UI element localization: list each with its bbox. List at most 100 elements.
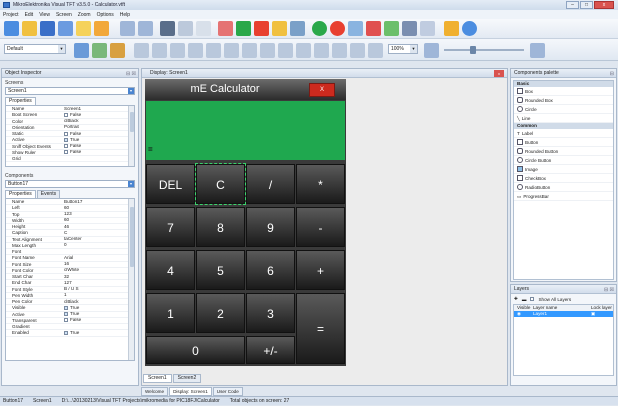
align-center-icon[interactable] <box>206 43 221 58</box>
close-icon[interactable]: x <box>494 70 504 77</box>
calc-key[interactable]: / <box>246 164 295 204</box>
component-select[interactable]: Button17 ▾ <box>5 180 135 188</box>
scheme-select[interactable]: Default ▼ <box>4 44 66 54</box>
property-value[interactable]: 1 <box>62 293 134 298</box>
add-layer-icon[interactable]: ✚ <box>514 296 518 302</box>
pin-icon[interactable]: ⊟ ☒ <box>126 70 136 79</box>
align-middle-icon[interactable] <box>224 43 239 58</box>
tab-events[interactable]: Events <box>36 190 61 198</box>
property-value[interactable]: 123 <box>62 212 134 217</box>
tab-screen2[interactable]: Screen2 <box>172 374 202 383</box>
tab-screen1[interactable]: Screen1 <box>143 374 172 383</box>
export-icon[interactable] <box>366 21 381 36</box>
property-value[interactable]: Arial <box>62 255 134 260</box>
calc-key[interactable]: 6 <box>246 250 295 290</box>
show-all-layers-checkbox[interactable] <box>530 297 535 301</box>
cut-icon[interactable] <box>160 21 175 36</box>
property-value[interactable]: 60 <box>62 218 134 223</box>
calc-key[interactable]: 8 <box>196 207 245 247</box>
property-value[interactable]: False <box>62 112 134 117</box>
options-icon[interactable] <box>420 21 435 36</box>
calc-key[interactable]: 5 <box>196 250 245 290</box>
new-project-icon[interactable] <box>4 21 19 36</box>
close-project-icon[interactable] <box>76 21 91 36</box>
align-right-icon[interactable] <box>152 43 167 58</box>
calculator-display[interactable]: = <box>146 101 345 160</box>
zoom-out-icon[interactable] <box>424 43 439 58</box>
generate-code-icon[interactable] <box>272 21 287 36</box>
compile-icon[interactable] <box>290 21 305 36</box>
tab-user-code[interactable]: User Code <box>212 387 243 396</box>
screen-select[interactable]: Screen1 ▾ <box>5 87 135 95</box>
calc-key[interactable]: - <box>296 207 345 247</box>
scrollbar[interactable] <box>128 199 134 360</box>
property-value[interactable]: False <box>62 150 134 155</box>
stop-icon[interactable] <box>254 21 269 36</box>
redo-icon[interactable] <box>138 21 153 36</box>
zoom-slider[interactable] <box>444 49 524 51</box>
play-icon[interactable] <box>236 21 251 36</box>
calc-key[interactable]: +/- <box>246 336 295 364</box>
bring-front-icon[interactable] <box>314 43 329 58</box>
property-value[interactable] <box>62 324 134 329</box>
calc-key[interactable]: 4 <box>146 250 195 290</box>
property-value[interactable] <box>62 249 134 254</box>
paint-icon[interactable] <box>110 43 125 58</box>
zoom-select[interactable]: 100% ▼ <box>388 44 418 54</box>
align-bottom-icon[interactable] <box>188 43 203 58</box>
property-value[interactable]: taCenter <box>62 237 134 242</box>
menu-zoom[interactable]: Zoom <box>78 12 91 18</box>
paste-icon[interactable] <box>196 21 211 36</box>
calc-key[interactable]: 0 <box>146 336 245 364</box>
property-value[interactable]: Portrait <box>62 125 134 130</box>
calc-key[interactable]: 9 <box>246 207 295 247</box>
lock-icon[interactable]: ▣ <box>591 311 595 317</box>
pin-icon[interactable]: ⊟ ☒ <box>604 286 614 295</box>
tab-properties[interactable]: Properties <box>5 190 36 198</box>
calc-key[interactable]: = <box>296 293 345 364</box>
property-value[interactable]: 0 <box>62 243 134 248</box>
print-icon[interactable] <box>402 21 417 36</box>
picture-icon[interactable] <box>384 21 399 36</box>
property-value[interactable]: 127 <box>62 280 134 285</box>
brush-icon[interactable] <box>92 43 107 58</box>
open-project-icon[interactable] <box>22 21 37 36</box>
checkbox[interactable] <box>64 330 68 335</box>
checkbox[interactable] <box>64 112 68 117</box>
copy-icon[interactable] <box>178 21 193 36</box>
palette-item-line[interactable]: ╲ Line <box>514 114 613 123</box>
layer-icon[interactable] <box>74 43 89 58</box>
key-icon[interactable] <box>444 21 459 36</box>
grid-icon[interactable] <box>350 43 365 58</box>
property-value[interactable]: True <box>62 312 134 317</box>
property-value[interactable]: False <box>62 318 134 323</box>
checkbox[interactable] <box>64 312 68 317</box>
settings-icon[interactable] <box>218 21 233 36</box>
property-value[interactable]: True <box>62 305 134 310</box>
property-value[interactable] <box>62 156 134 161</box>
property-value[interactable]: 16 <box>62 262 134 267</box>
send-back-icon[interactable] <box>332 43 347 58</box>
calc-key[interactable]: 2 <box>196 293 245 333</box>
close-window-button[interactable]: x <box>594 1 614 9</box>
import-icon[interactable] <box>348 21 363 36</box>
zoom-in-icon[interactable] <box>530 43 545 58</box>
checkbox[interactable] <box>64 131 68 136</box>
space-vertical-icon[interactable] <box>296 43 311 58</box>
menu-help[interactable]: Help <box>120 12 130 18</box>
save-all-icon[interactable] <box>58 21 73 36</box>
pin-icon[interactable]: ⊟ <box>610 70 614 79</box>
property-value[interactable]: True <box>62 330 134 335</box>
checkbox[interactable] <box>64 305 68 310</box>
palette-item-progressbar[interactable]: ▭ ProgressBar <box>514 192 613 201</box>
maximize-button[interactable]: □ <box>580 1 593 9</box>
checkbox[interactable] <box>64 137 68 142</box>
scrollbar-thumb[interactable] <box>130 207 134 267</box>
property-value[interactable]: C <box>62 230 134 235</box>
tab-properties[interactable]: Properties <box>5 97 36 105</box>
menu-options[interactable]: Options <box>97 12 114 18</box>
menu-screen[interactable]: Screen <box>56 12 72 18</box>
calc-key[interactable]: DEL <box>146 164 195 204</box>
help-icon[interactable] <box>462 21 477 36</box>
calc-key[interactable]: 7 <box>146 207 195 247</box>
